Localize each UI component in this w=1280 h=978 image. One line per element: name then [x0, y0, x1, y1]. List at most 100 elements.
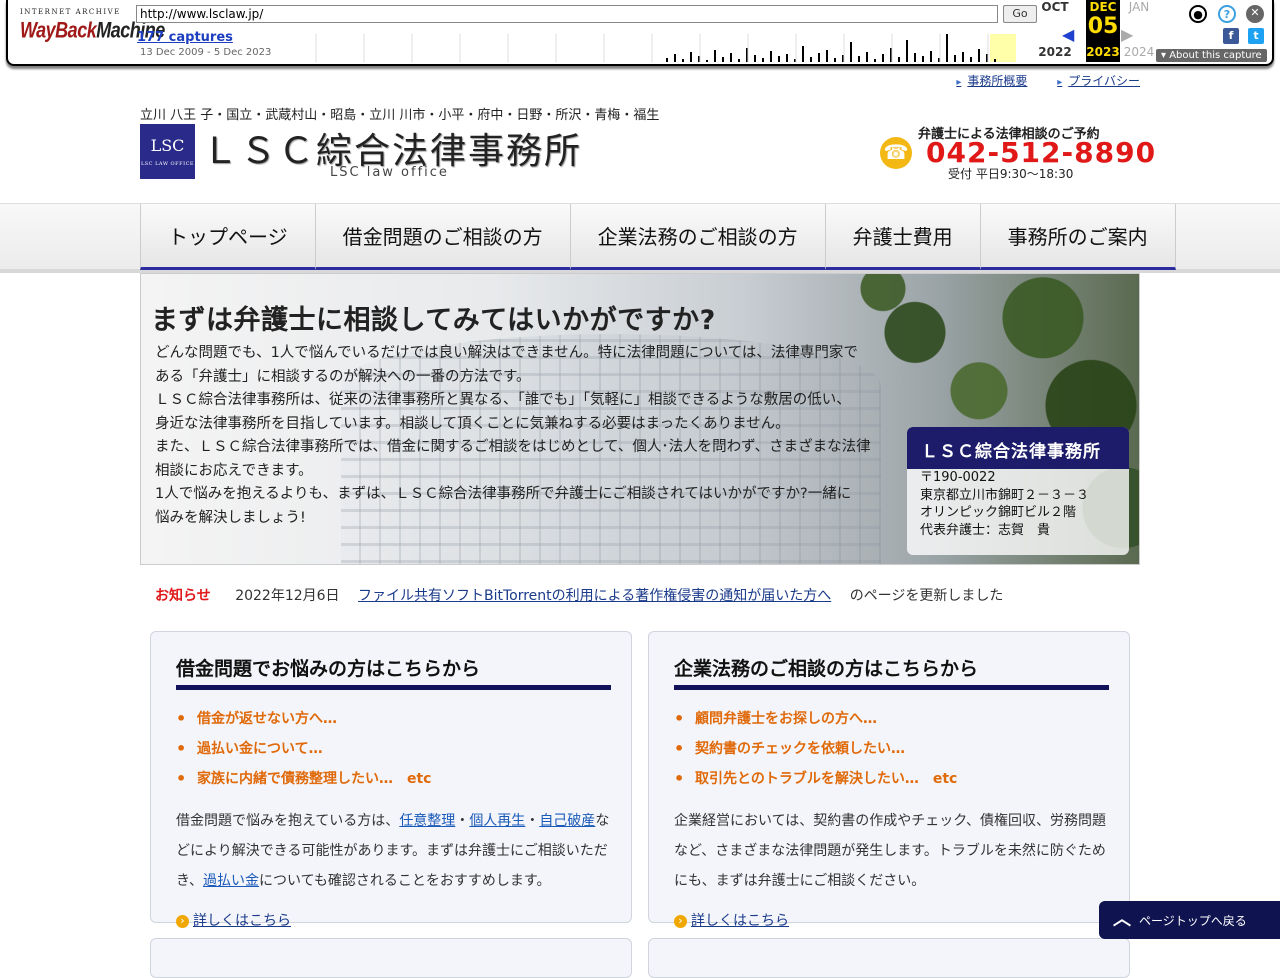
sparkline-bar — [802, 46, 804, 62]
representative: 代表弁護士：志賀 貴 — [920, 522, 1051, 538]
wayback-toolbar: INTERNET ARCHIVE WayBackMachine Go 177 c… — [6, 0, 1274, 66]
sparkline-bar — [898, 57, 900, 62]
prev-capture-arrow-icon[interactable]: ◀ — [1062, 25, 1074, 44]
wayback-capture-range: 13 Dec 2009 - 5 Dec 2023 — [140, 47, 272, 58]
list-item[interactable]: 顧問弁護士をお探しの方へ… — [674, 704, 1129, 734]
account-icon[interactable]: ● — [1189, 5, 1207, 23]
list-item[interactable]: 家族に内緒で債務整理したい… etc — [176, 764, 631, 794]
nav-fees[interactable]: 弁護士費用 — [824, 204, 980, 270]
corporate-card-title: 企業法務のご相談の方はこちらから — [674, 654, 1109, 690]
logo-mark: LSC LSC LAW OFFICE — [140, 124, 195, 179]
help-icon[interactable]: ? — [1218, 5, 1236, 23]
sparkline-bar — [954, 55, 956, 62]
close-icon[interactable]: ✕ — [1246, 5, 1264, 23]
debt-card-text: 借金問題で悩みを抱えている方は、任意整理・個人再生・自己破産などにより解決できる… — [176, 813, 610, 889]
page-top-button[interactable]: ページトップへ戻る — [1099, 901, 1280, 939]
list-item[interactable]: 借金が返せない方へ… — [176, 704, 631, 734]
sparkline-bar — [810, 57, 812, 62]
link-bankruptcy[interactable]: 自己破産 — [539, 813, 595, 829]
sparkline-bar — [786, 54, 788, 62]
next-capture-arrow-icon: ▶ — [1121, 25, 1134, 44]
next-month: JAN 2024 — [1123, 0, 1155, 59]
debt-more-link[interactable]: 詳しくはこちら — [176, 910, 291, 930]
sparkline-bar — [962, 52, 964, 62]
wayback-captures-link[interactable]: 177 captures — [137, 30, 233, 45]
sparkline-bar — [754, 55, 756, 62]
office-address-box: ＬＳＣ綜合法律事務所 〒190-0022 東京都立川市錦町２－３－３ オリンピッ… — [907, 427, 1129, 555]
phone-hours: 受付 平日9:30〜18:30 — [948, 167, 1074, 181]
wayback-go-button[interactable]: Go — [1003, 5, 1037, 23]
news-date: 2022年12月6日 — [235, 588, 340, 604]
sparkline-bar — [850, 42, 852, 62]
sparkline-bar — [730, 53, 732, 62]
list-item[interactable]: 取引先とのトラブルを解決したい… etc — [674, 764, 1129, 794]
sparkline-bar — [914, 53, 916, 62]
news-tag: お知らせ — [155, 588, 211, 604]
card-placeholder-left — [150, 938, 632, 978]
nav-corporate[interactable]: 企業法務のご相談の方 — [569, 204, 825, 270]
sparkline-bar — [978, 49, 980, 62]
list-item[interactable]: 過払い金について… — [176, 734, 631, 764]
sparkline-bar — [762, 58, 764, 62]
phone-icon: ☎ — [880, 137, 912, 169]
corporate-card-text: 企業経営においては、契約書の作成やチェック、債権回収、労務問題など、さまざまな法… — [674, 813, 1107, 889]
sparkline-bar — [690, 52, 692, 62]
wayback-logo[interactable]: INTERNET ARCHIVE WayBackMachine — [20, 8, 165, 43]
sparkline-current-year — [990, 34, 1016, 62]
main-nav: トップページ 借金問題のご相談の方 企業法務のご相談の方 弁護士費用 事務所のご… — [0, 203, 1280, 273]
sparkline-bar — [858, 56, 860, 62]
wayback-url-input[interactable] — [136, 5, 998, 23]
link-voluntary[interactable]: 任意整理 — [399, 813, 455, 829]
debt-card-title: 借金問題でお悩みの方はこちらから — [176, 654, 611, 690]
wayback-capture-sparkline[interactable] — [310, 34, 1040, 62]
office-box-title: ＬＳＣ綜合法律事務所 — [907, 427, 1129, 469]
toplink-office[interactable]: 事務所概要 — [956, 74, 1027, 88]
sparkline-bar — [738, 59, 740, 62]
sparkline-bar — [834, 58, 836, 62]
building-name: オリンピック錦町ビル２階 — [920, 505, 1077, 520]
hero-title: まずは弁護士に相談してみてはいかがですか? — [151, 305, 716, 336]
corporate-more-link[interactable]: 詳しくはこちら — [674, 910, 789, 930]
twitter-icon[interactable]: t — [1248, 28, 1264, 44]
hero-banner: まずは弁護士に相談してみてはいかがですか? どんな問題でも、1人で悩んでいるだけ… — [140, 273, 1140, 565]
sparkline-bar — [722, 57, 724, 62]
debt-card: 借金問題でお悩みの方はこちらから 借金が返せない方へ… 過払い金について… 家族… — [150, 631, 632, 929]
sparkline-bar — [874, 59, 876, 62]
about-capture-button[interactable]: ▾ About this capture — [1156, 49, 1267, 62]
sparkline-bar — [930, 51, 932, 62]
link-rehabilitation[interactable]: 個人再生 — [469, 813, 525, 829]
top-links: 事務所概要 プライバシー — [930, 72, 1140, 89]
prev-month[interactable]: OCT 2022 — [1038, 0, 1072, 59]
news-link[interactable]: ファイル共有ソフトBitTorrentの利用による著作権侵害の通知が届いた方へ — [358, 588, 831, 604]
sparkline-bar — [682, 59, 684, 62]
news-rest: のページを更新しました — [849, 588, 1004, 604]
nav-office[interactable]: 事務所のご案内 — [979, 204, 1176, 270]
wayback-logo-top: INTERNET ARCHIVE — [20, 8, 121, 16]
sparkline-bar — [826, 50, 828, 62]
nav-top[interactable]: トップページ — [140, 204, 315, 270]
nav-debt[interactable]: 借金問題のご相談の方 — [314, 204, 570, 270]
address-line: 東京都立川市錦町２－３－３ — [920, 487, 1090, 503]
sparkline-bar — [674, 54, 676, 62]
sparkline-bar — [922, 56, 924, 62]
sparkline-bar — [946, 34, 948, 62]
sparkline-bar — [866, 52, 868, 62]
corporate-card: 企業法務のご相談の方はこちらから 顧問弁護士をお探しの方へ… 契約書のチェックを… — [648, 631, 1130, 929]
site-subname: LSC law office — [330, 165, 449, 180]
sparkline-bar — [882, 54, 884, 62]
hero-text: どんな問題でも、1人で悩んでいるだけでは良い解決はできません。特に法律問題につい… — [155, 345, 871, 526]
wayback-logo-main: WayBackMachine — [20, 17, 165, 43]
sparkline-bar — [778, 56, 780, 62]
sparkline-bar — [666, 58, 668, 62]
facebook-icon[interactable]: f — [1223, 28, 1239, 44]
list-item[interactable]: 契約書のチェックを依頼したい… — [674, 734, 1129, 764]
sparkline-bar — [706, 60, 708, 62]
sparkline-bar — [970, 57, 972, 62]
postal-code: 〒190-0022 — [920, 470, 996, 485]
link-overpayment[interactable]: 過払い金 — [203, 873, 259, 889]
area-tagline: 立川 八王 子・国立・武蔵村山・昭島・立川 川市・小平・府中・日野・所沢・青梅・… — [140, 108, 660, 123]
sparkline-bar — [770, 51, 772, 62]
toplink-privacy[interactable]: プライバシー — [1057, 74, 1140, 88]
current-month: DEC 05 2023 — [1086, 0, 1120, 62]
sparkline-bar — [714, 50, 716, 62]
